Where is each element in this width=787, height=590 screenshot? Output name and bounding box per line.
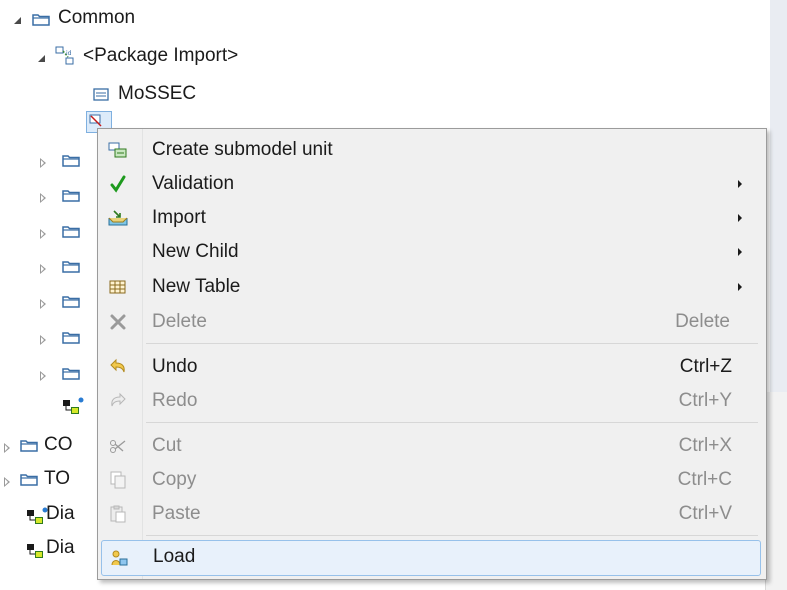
collapsed-arrow-icon[interactable]: [40, 193, 46, 203]
menu-item-label: Load: [153, 546, 196, 567]
import-icon: [108, 210, 128, 226]
folder-icon: [20, 440, 38, 452]
diagram-icon: [27, 507, 48, 524]
package-import-icon: id: [55, 46, 74, 65]
context-menu: Create submodel unit Validation Import N…: [97, 128, 767, 580]
tree-item-label: Common: [58, 7, 136, 28]
menu-item-load[interactable]: Load: [101, 540, 761, 576]
folder-icon: [62, 190, 80, 202]
menu-separator: [146, 535, 758, 536]
menu-item-paste[interactable]: Paste Ctrl+V: [100, 497, 762, 531]
collapsed-arrow-icon[interactable]: [40, 264, 46, 274]
menu-item-shortcut: Ctrl+X: [678, 435, 732, 456]
menu-item-label: New Child: [152, 241, 239, 262]
menu-item-label: Delete: [152, 311, 207, 332]
menu-item-validation[interactable]: Validation: [100, 167, 762, 201]
cut-icon: [110, 440, 126, 453]
submodel-icon: [108, 142, 127, 158]
collapsed-arrow-icon[interactable]: [40, 335, 46, 345]
folder-icon: [62, 261, 80, 273]
menu-item-label: Validation: [152, 173, 235, 194]
submenu-arrow-icon: [738, 283, 742, 291]
menu-separator: [146, 343, 758, 344]
menu-item-label: Cut: [152, 435, 182, 456]
menu-item-shortcut: Ctrl+V: [678, 503, 732, 524]
submenu-arrow-icon: [738, 214, 742, 222]
menu-item-shortcut: Ctrl+Y: [678, 390, 732, 411]
folder-icon: [62, 155, 80, 167]
menu-item-import[interactable]: Import: [100, 201, 762, 235]
collapsed-arrow-icon[interactable]: [40, 299, 46, 309]
checkmark-icon: [110, 175, 126, 193]
undo-icon: [110, 358, 125, 373]
folder-icon: [62, 226, 80, 238]
table-icon: [109, 280, 126, 294]
expanded-arrow-icon[interactable]: [38, 55, 45, 62]
tree-item-label: TO: [44, 468, 71, 489]
paste-icon: [110, 505, 126, 523]
menu-item-shortcut: Ctrl+C: [677, 469, 732, 490]
menu-item-label: Import: [152, 207, 206, 228]
menu-item-shortcut: Delete: [675, 311, 730, 332]
expanded-arrow-icon[interactable]: [14, 17, 21, 24]
menu-item-label: New Table: [152, 276, 241, 297]
folder-icon: [32, 14, 50, 26]
menu-item-label: Undo: [152, 356, 198, 377]
redo-icon: [111, 392, 126, 407]
menu-item-label: Paste: [152, 503, 201, 524]
diagram-icon: [63, 397, 84, 414]
menu-item-create-submodel-unit[interactable]: Create submodel unit: [100, 133, 762, 167]
tree-item-label: CO: [44, 434, 73, 455]
menu-item-label: Copy: [152, 469, 197, 490]
folder-icon: [62, 332, 80, 344]
folder-icon: [62, 296, 80, 308]
delete-icon: [110, 314, 126, 330]
tree-item-label: <Package Import>: [83, 45, 239, 66]
tree-item-label: Dia: [46, 503, 75, 524]
menu-item-shortcut: Ctrl+Z: [679, 356, 732, 377]
folder-icon: [62, 368, 80, 380]
menu-item-redo[interactable]: Redo Ctrl+Y: [100, 384, 762, 418]
collapsed-arrow-icon[interactable]: [4, 443, 10, 453]
collapsed-arrow-icon[interactable]: [4, 477, 10, 487]
menu-item-cut[interactable]: Cut Ctrl+X: [100, 429, 762, 463]
svg-text:id: id: [66, 50, 72, 57]
menu-item-undo[interactable]: Undo Ctrl+Z: [100, 350, 762, 384]
menu-item-new-table[interactable]: New Table: [100, 270, 762, 304]
folder-icon: [20, 474, 38, 486]
menu-item-label: Redo: [152, 390, 198, 411]
menu-item-copy[interactable]: Copy Ctrl+C: [100, 463, 762, 497]
tree-item-label: Dia: [46, 537, 75, 558]
menu-item-label: Create submodel unit: [152, 139, 333, 160]
collapsed-arrow-icon[interactable]: [40, 158, 46, 168]
submenu-arrow-icon: [738, 180, 742, 188]
collapsed-arrow-icon[interactable]: [40, 229, 46, 239]
menu-item-delete[interactable]: Delete Delete: [100, 305, 762, 339]
collapsed-arrow-icon[interactable]: [40, 371, 46, 381]
submenu-arrow-icon: [738, 248, 742, 256]
tree-item-label: MoSSEC: [118, 83, 197, 104]
model-icon: [93, 88, 109, 101]
menu-separator: [146, 422, 758, 423]
load-icon: [111, 550, 128, 566]
copy-icon: [110, 471, 126, 489]
diagram-icon: [27, 544, 43, 558]
menu-item-new-child[interactable]: New Child: [100, 235, 762, 269]
right-panel: [765, 392, 787, 590]
